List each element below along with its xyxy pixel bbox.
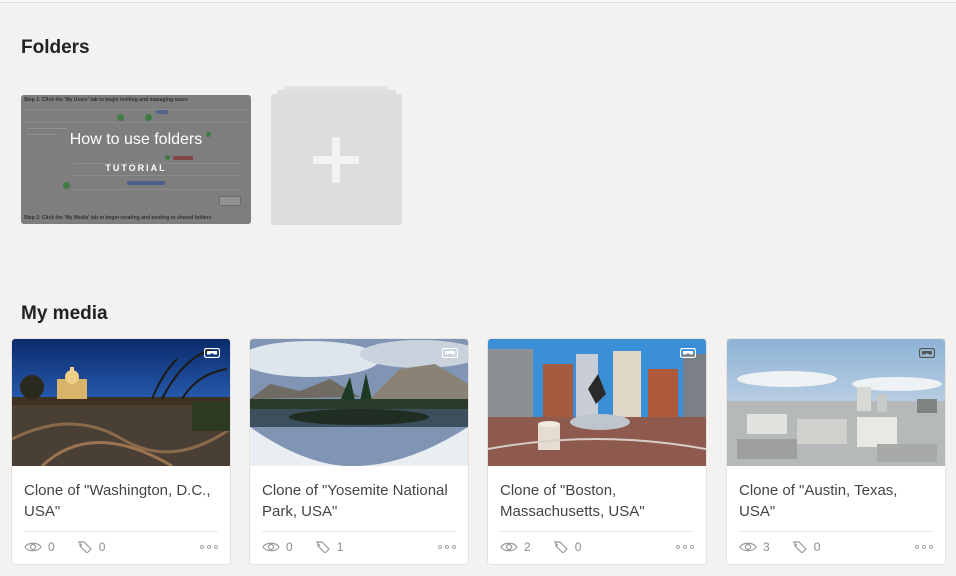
media-thumbnail[interactable]: [488, 339, 706, 466]
media-card[interactable]: Clone of "Austin, Texas, USA" 3 0: [727, 339, 945, 564]
more-dots-icon[interactable]: [200, 545, 218, 549]
tags-count: 0: [574, 540, 582, 554]
more-dots-icon[interactable]: [438, 545, 456, 549]
folders-section-title: Folders: [21, 37, 90, 58]
views-count: 0: [286, 540, 293, 554]
vr-headset-icon: [442, 348, 458, 358]
tag-icon: [77, 541, 92, 553]
tags-count: 1: [336, 540, 344, 554]
tutorial-title: How to use folders: [69, 131, 203, 148]
my-media-section-title: My media: [21, 303, 108, 324]
views-count: 2: [524, 540, 531, 554]
tag-icon: [553, 541, 568, 553]
tags-count: 0: [813, 540, 821, 554]
media-card[interactable]: Clone of "Boston, Massachusetts, USA" 2 …: [488, 339, 706, 564]
media-stats: 2 0: [500, 539, 595, 555]
vr-headset-icon: [680, 348, 696, 358]
vr-headset-icon: [919, 348, 935, 358]
media-title[interactable]: Clone of "Yosemite National Park, USA": [262, 480, 456, 522]
media-thumbnail[interactable]: [727, 339, 945, 466]
views-count: 0: [48, 540, 55, 554]
media-title[interactable]: Clone of "Boston, Massachusetts, USA": [500, 480, 694, 522]
tag-icon: [315, 541, 330, 553]
more-dots-icon[interactable]: [676, 545, 694, 549]
tutorial-label: TUTORIAL: [105, 163, 167, 173]
eye-icon: [500, 542, 518, 552]
eye-icon: [739, 542, 757, 552]
media-thumbnail[interactable]: [12, 339, 230, 466]
media-thumbnail[interactable]: [250, 339, 468, 466]
views-count: 3: [763, 540, 770, 554]
media-card[interactable]: Clone of "Yosemite National Park, USA" 0…: [250, 339, 468, 564]
media-title[interactable]: Clone of "Washington, D.C., USA": [24, 480, 218, 522]
media-stats: 0 1: [262, 539, 357, 555]
add-folder-button[interactable]: [271, 86, 402, 225]
media-stats: 0 0: [24, 539, 119, 555]
tag-icon: [792, 541, 807, 553]
eye-icon: [24, 542, 42, 552]
media-stats: 3 0: [739, 539, 834, 555]
tutorial-folder-card[interactable]: Step 1: Click the 'My Users' tab to begi…: [21, 95, 251, 224]
top-border: [0, 0, 956, 3]
more-dots-icon[interactable]: [915, 545, 933, 549]
tags-count: 0: [98, 540, 106, 554]
eye-icon: [262, 542, 280, 552]
media-card[interactable]: Clone of "Washington, D.C., USA" 0 0: [12, 339, 230, 564]
vr-headset-icon: [204, 348, 220, 358]
media-title[interactable]: Clone of "Austin, Texas, USA": [739, 480, 933, 522]
